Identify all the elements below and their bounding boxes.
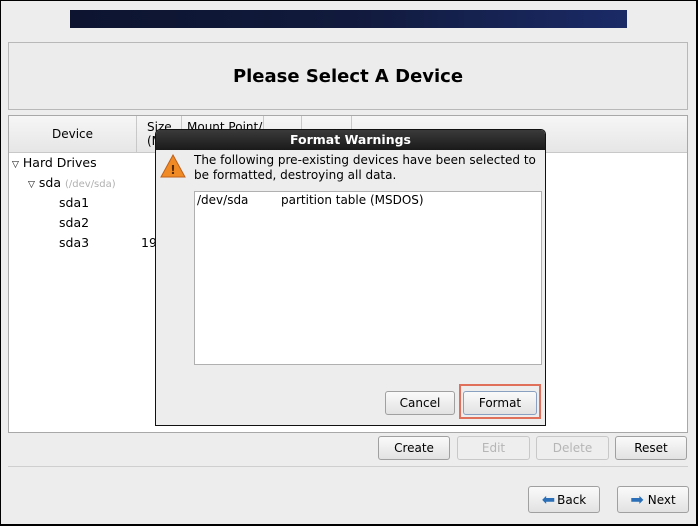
- column-device[interactable]: Device: [9, 116, 137, 153]
- row-label: sda2: [59, 215, 90, 230]
- next-button[interactable]: ➡ Next: [617, 486, 689, 513]
- list-item[interactable]: /dev/sda partition table (MSDOS): [197, 193, 539, 207]
- cancel-button[interactable]: Cancel: [385, 391, 455, 415]
- banner: [70, 10, 627, 28]
- arrow-left-icon: ⬅: [541, 490, 556, 509]
- tree-row-sda[interactable]: ▽ sda (/dev/sda): [28, 175, 116, 190]
- row-label: sda: [38, 175, 62, 190]
- header: Please Select A Device: [8, 42, 688, 110]
- column-label: Device: [51, 127, 94, 141]
- format-warnings-dialog: Format Warnings ! The following pre-exis…: [155, 129, 546, 426]
- row-sublabel: (/dev/sda): [65, 179, 116, 190]
- delete-button[interactable]: Delete: [536, 436, 609, 460]
- row-label: sda3: [59, 235, 90, 250]
- expander-icon[interactable]: ▽: [12, 160, 19, 170]
- row-label: sda1: [59, 195, 90, 210]
- tree-row-sda2[interactable]: sda2: [59, 215, 89, 230]
- format-device-list[interactable]: /dev/sda partition table (MSDOS): [194, 191, 542, 365]
- page-title: Please Select A Device: [232, 65, 464, 87]
- warning-icon: !: [160, 154, 186, 178]
- back-button[interactable]: ⬅ Back: [528, 486, 600, 513]
- edit-button[interactable]: Edit: [457, 436, 530, 460]
- installer-window: Please Select A Device Device Size (MB) …: [1, 1, 696, 524]
- svg-text:!: !: [170, 163, 175, 177]
- expander-icon[interactable]: ▽: [28, 180, 35, 190]
- divider: [8, 466, 688, 467]
- next-label: Next: [647, 492, 676, 507]
- back-label: Back: [557, 492, 587, 507]
- dialog-message: The following pre-existing devices have …: [194, 153, 536, 182]
- reset-button[interactable]: Reset: [615, 436, 687, 460]
- row-label: Hard Drives: [22, 155, 97, 170]
- tree-row-sda1[interactable]: sda1: [59, 195, 89, 210]
- arrow-right-icon: ➡: [630, 490, 644, 509]
- tree-row-hard-drives[interactable]: ▽ Hard Drives: [12, 155, 97, 170]
- format-button[interactable]: Format: [463, 391, 537, 415]
- device-path: /dev/sda: [197, 193, 249, 207]
- tree-row-sda3[interactable]: sda3 19: [59, 235, 159, 250]
- create-button[interactable]: Create: [378, 436, 450, 460]
- device-description: partition table (MSDOS): [281, 193, 424, 207]
- dialog-title: Format Warnings: [156, 130, 545, 150]
